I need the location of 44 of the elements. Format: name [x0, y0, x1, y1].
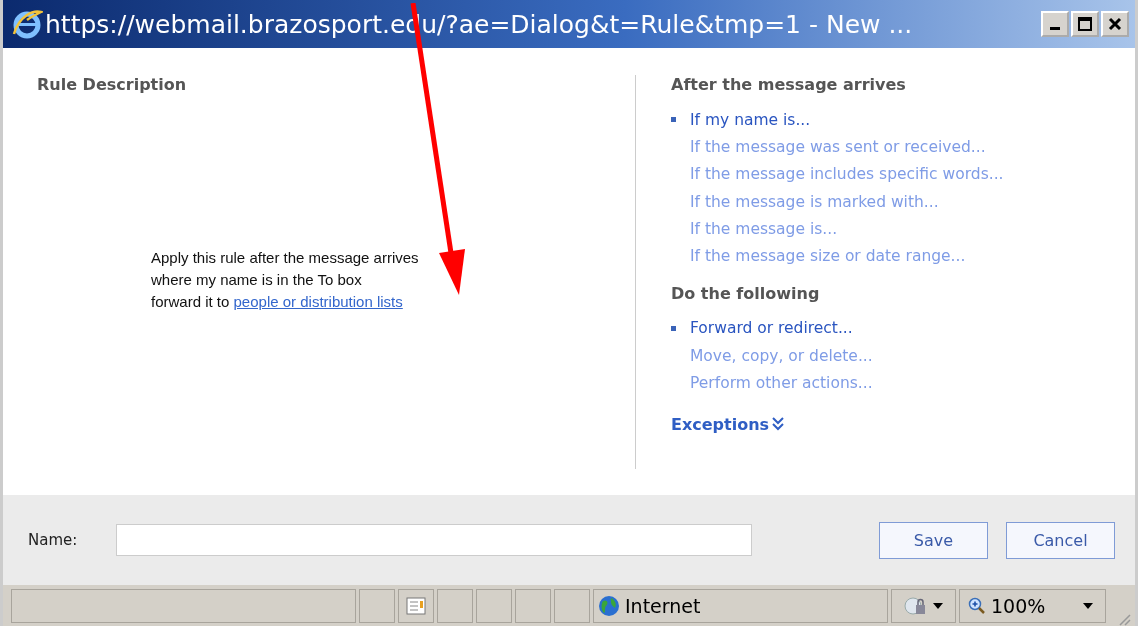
name-field[interactable]	[116, 524, 752, 556]
minimize-icon	[1050, 27, 1060, 30]
zoom-icon	[968, 596, 986, 615]
maximize-button[interactable]	[1071, 11, 1099, 37]
browser-logo-icon	[11, 8, 43, 40]
description-text: where my name is in the To box	[151, 270, 363, 290]
condition-link[interactable]: If the message was sent or received...	[690, 137, 986, 156]
bullet-icon	[671, 325, 676, 331]
section-heading: After the message arrives	[671, 75, 907, 94]
condition-link[interactable]: If the message is marked with...	[690, 192, 939, 211]
dialog-button[interactable]: Save	[879, 521, 988, 559]
status-bar-panel	[476, 588, 512, 623]
condition-link[interactable]: If the message includes specific words...	[690, 165, 1004, 184]
description-text: Apply this rule after the message arrives	[151, 248, 420, 268]
close-button[interactable]	[1101, 11, 1129, 37]
exceptions-link[interactable]: Exceptions	[671, 414, 785, 434]
caret-icon	[1083, 602, 1093, 609]
minimize-button[interactable]	[1041, 11, 1069, 37]
lock-icon	[904, 595, 928, 616]
globe-icon	[598, 594, 620, 617]
people-link[interactable]: people or distribution lists	[233, 293, 403, 310]
condition-link[interactable]: If the message size or date range...	[690, 247, 966, 266]
zoom-level: 100%	[991, 594, 1046, 617]
status-bar-panel	[515, 588, 551, 623]
maximize-icon	[1078, 17, 1092, 31]
status-bar-panel	[437, 588, 473, 623]
notepad-icon	[406, 596, 426, 615]
zone-text: Internet	[625, 594, 701, 617]
condition-link[interactable]: If the message is...	[690, 219, 838, 238]
close-icon	[1108, 17, 1122, 31]
caret-icon	[933, 602, 943, 609]
status-bar-panel	[359, 588, 395, 623]
section-heading: Do the following	[671, 283, 821, 303]
status-bar-panel	[554, 588, 590, 623]
condition-link[interactable]: If my name is...	[690, 110, 811, 129]
section-heading: Rule Description	[37, 75, 188, 94]
condition-link[interactable]: Forward or redirect...	[690, 319, 853, 338]
description-text: forward it to	[151, 293, 231, 310]
condition-link[interactable]: Perform other actions...	[690, 374, 873, 392]
name-label: Name:	[28, 531, 79, 549]
dialog-button[interactable]: Cancel	[1006, 521, 1115, 559]
bullet-icon	[671, 117, 676, 123]
chevron-down-icon	[772, 417, 785, 432]
condition-link[interactable]: Move, copy, or delete...	[690, 346, 873, 365]
